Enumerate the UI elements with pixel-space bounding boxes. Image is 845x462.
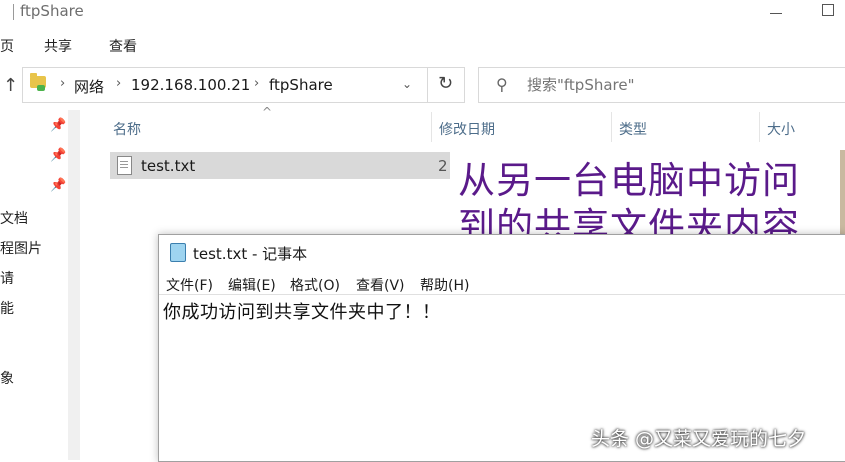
title-separator — [13, 4, 14, 20]
refresh-icon[interactable]: ↻ — [438, 73, 453, 94]
menu-file[interactable]: 文件(F) — [166, 275, 213, 295]
nav-item-objects[interactable]: 象 — [0, 368, 14, 388]
pin-icon[interactable]: 📌 — [50, 178, 66, 193]
nav-item-documents[interactable]: 文档 — [0, 208, 28, 228]
nav-item-4[interactable]: 能 — [0, 298, 14, 318]
chevron-right-icon[interactable]: › — [116, 76, 121, 91]
chevron-right-icon[interactable]: › — [254, 76, 259, 91]
background-image-edge — [840, 150, 845, 235]
nav-scrollbar[interactable] — [68, 110, 80, 460]
chevron-right-icon[interactable]: › — [60, 76, 65, 91]
maximize-icon[interactable] — [822, 4, 834, 16]
ribbon-tab-page[interactable]: 页 — [0, 36, 14, 56]
breadcrumb-network[interactable]: 网络 — [74, 76, 104, 97]
ribbon-tab-view[interactable]: 查看 — [109, 36, 137, 56]
minimize-icon[interactable] — [770, 13, 782, 14]
up-arrow-icon[interactable]: ↑ — [3, 75, 18, 96]
column-divider[interactable] — [431, 112, 432, 142]
menu-format[interactable]: 格式(O) — [290, 275, 340, 295]
breadcrumb-host[interactable]: 192.168.100.21 — [131, 76, 250, 94]
nav-item-pictures[interactable]: 程图片 — [0, 238, 42, 258]
text-file-icon-line — [120, 164, 128, 165]
notepad-text-area[interactable]: 你成功访问到共享文件夹中了！！ — [163, 298, 441, 324]
column-header-name[interactable]: 名称 — [113, 119, 141, 139]
file-date: 2 — [438, 157, 448, 175]
text-file-icon-line — [120, 167, 128, 168]
breadcrumb-share[interactable]: ftpShare — [269, 76, 333, 94]
watermark: 头条 @又菜又爱玩的七夕 — [591, 428, 807, 450]
text-file-icon — [117, 156, 132, 175]
column-header-type[interactable]: 类型 — [619, 119, 647, 139]
search-icon: ⚲ — [496, 75, 508, 94]
network-share-icon — [37, 85, 45, 91]
ribbon-tab-share[interactable]: 共享 — [44, 36, 72, 56]
menu-help[interactable]: 帮助(H) — [420, 275, 469, 295]
menu-edit[interactable]: 编辑(E) — [228, 275, 276, 295]
file-name[interactable]: test.txt — [141, 157, 195, 175]
explorer-title-bar — [0, 0, 845, 28]
column-header-date[interactable]: 修改日期 — [439, 119, 495, 139]
column-header-size[interactable]: 大小 — [767, 119, 795, 139]
menu-view[interactable]: 查看(V) — [356, 275, 405, 295]
notepad-icon — [170, 243, 186, 262]
nav-item-3[interactable]: 请 — [0, 268, 14, 288]
pin-icon[interactable]: 📌 — [50, 148, 66, 163]
search-input[interactable] — [527, 76, 827, 94]
notepad-title: test.txt - 记事本 — [193, 245, 308, 263]
chevron-down-icon[interactable]: ⌄ — [402, 77, 412, 91]
sort-caret-icon: ^ — [262, 105, 273, 119]
menu-divider — [159, 294, 845, 295]
window-title: ftpShare — [20, 2, 84, 20]
column-divider[interactable] — [611, 112, 612, 142]
column-divider[interactable] — [759, 112, 760, 142]
text-file-icon-line — [120, 161, 128, 162]
pin-icon[interactable]: 📌 — [50, 118, 66, 133]
